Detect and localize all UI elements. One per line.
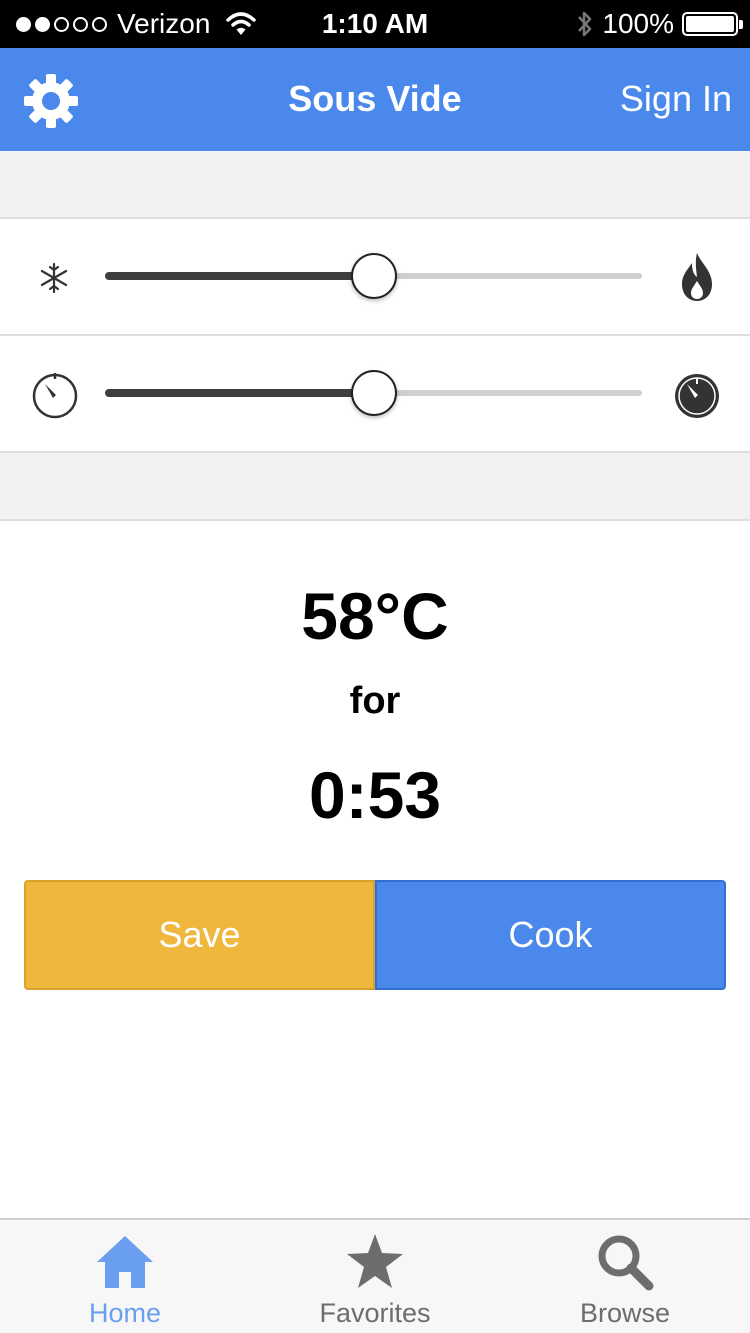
time-slider-fill (105, 389, 374, 397)
section-spacer-top (0, 151, 750, 217)
divider (0, 519, 750, 521)
temperature-slider-row (0, 219, 750, 334)
flame-icon (682, 253, 712, 301)
bluetooth-icon (578, 11, 592, 37)
temperature-slider-fill (105, 272, 374, 280)
tab-favorites[interactable]: Favorites (250, 1220, 500, 1333)
duration-readout: 0:53 (308, 758, 442, 832)
tab-label: Home (88, 1298, 162, 1328)
tab-label: Favorites (319, 1298, 431, 1328)
for-label: for (349, 680, 401, 722)
tab-label: Browse (579, 1298, 671, 1328)
timer-empty-icon (32, 373, 78, 419)
home-icon (97, 1236, 153, 1288)
save-button[interactable]: Save (24, 880, 375, 990)
status-bar: Verizon 1:10 AM 100% (0, 0, 750, 48)
tab-browse[interactable]: Browse (500, 1220, 750, 1333)
cook-button[interactable]: Cook (375, 880, 726, 990)
time-slider-thumb[interactable] (350, 370, 397, 416)
nav-bar: Sous Vide Sign In (0, 48, 750, 151)
battery-icon (682, 12, 743, 36)
temperature-slider[interactable] (105, 253, 642, 299)
time-slider[interactable] (105, 370, 642, 416)
timer-full-icon (675, 374, 719, 418)
time-slider-row (0, 336, 750, 451)
snowflake-icon (40, 262, 68, 294)
star-icon (347, 1234, 403, 1288)
temperature-readout: 58°C (301, 579, 449, 653)
sign-in-button[interactable]: Sign In (620, 78, 732, 120)
status-right: 100% (576, 8, 743, 40)
tab-bar: Home Favorites Browse (0, 1218, 750, 1333)
tab-home[interactable]: Home (0, 1220, 250, 1333)
temperature-slider-thumb[interactable] (350, 253, 397, 299)
search-icon (598, 1235, 654, 1291)
battery-percent: 100% (602, 8, 674, 39)
section-spacer-bottom (0, 453, 750, 519)
